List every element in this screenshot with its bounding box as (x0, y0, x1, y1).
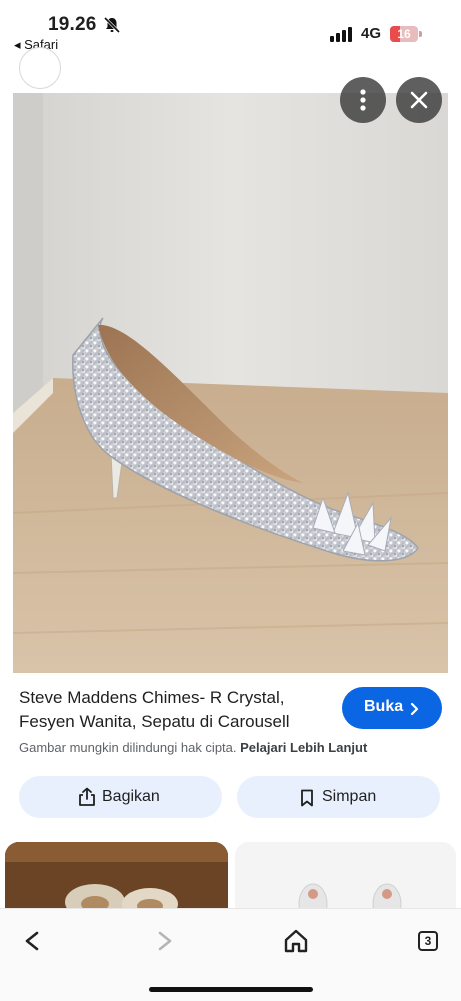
forward-icon (158, 931, 172, 951)
signal-icon (330, 27, 352, 42)
close-button[interactable] (396, 77, 442, 123)
close-icon (410, 91, 428, 109)
visit-button-label: Buka (364, 698, 404, 715)
bell-slash-icon (103, 16, 121, 34)
home-indicator (149, 987, 313, 992)
tabs-icon: 3 (418, 931, 438, 951)
related-image-illustration (235, 842, 456, 910)
learn-more-link[interactable]: Pelajari Lebih Lanjut (240, 740, 367, 755)
forward-button[interactable] (144, 921, 184, 961)
copyright-text: Gambar mungkin dilindungi hak cipta. (19, 740, 237, 755)
related-image-thumbnail[interactable] (5, 842, 228, 910)
shoe-photo-illustration (13, 93, 448, 673)
share-icon (79, 787, 95, 806)
back-button[interactable] (13, 921, 53, 961)
product-title[interactable]: Steve Maddens Chimes- R Crystal, Fesyen … (19, 686, 329, 734)
product-title-line: Steve Maddens Chimes- R Crystal, (19, 688, 285, 707)
avatar (19, 47, 61, 89)
chevron-right-icon (410, 702, 419, 716)
save-button-label: Simpan (322, 788, 377, 805)
battery-icon: 16 (390, 26, 424, 42)
browser-toolbar: 3 (0, 908, 461, 1001)
battery-level: 16 (397, 27, 411, 41)
status-time: 19.26 (48, 14, 97, 35)
related-image-illustration (5, 842, 228, 910)
tabs-button[interactable]: 3 (407, 921, 447, 961)
bookmark-icon (301, 789, 313, 807)
product-title-line: Fesyen Wanita, Sepatu di Carousell (19, 712, 290, 731)
share-button-label: Bagikan (102, 788, 160, 805)
share-button[interactable]: Bagikan (19, 776, 222, 818)
copyright-notice: Gambar mungkin dilindungi hak cipta. Pel… (19, 740, 367, 755)
more-options-button[interactable] (340, 77, 386, 123)
network-type: 4G (361, 25, 382, 42)
home-button[interactable] (276, 921, 316, 961)
save-button[interactable]: Simpan (237, 776, 440, 818)
status-bar: 19.26 ◂ Safari 4G 16 (0, 0, 461, 56)
visit-button[interactable]: Buka (342, 687, 442, 729)
related-image-thumbnail[interactable] (235, 842, 456, 910)
product-image[interactable] (13, 93, 448, 673)
more-vertical-icon (360, 89, 366, 111)
back-icon (25, 931, 39, 951)
home-icon (284, 929, 308, 953)
